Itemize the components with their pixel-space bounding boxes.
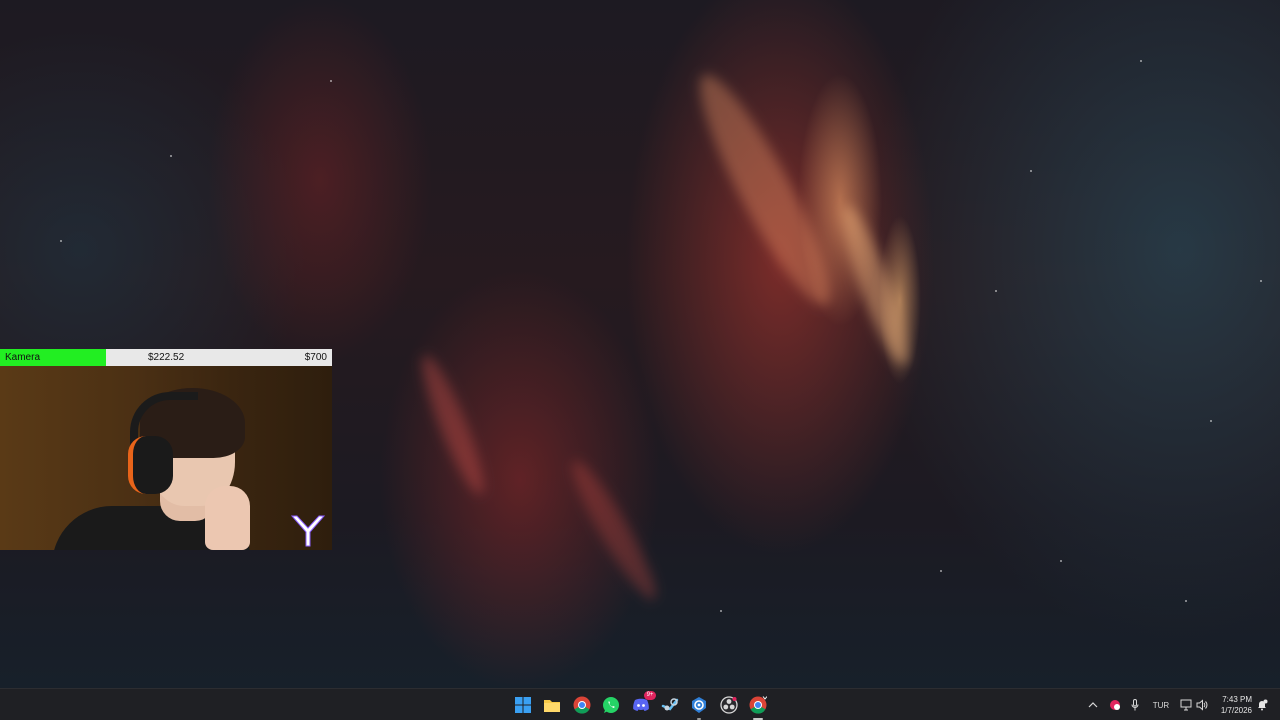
- notification-bell-icon: [1258, 699, 1268, 711]
- clock[interactable]: 7:43 PM 1/7/2026: [1212, 694, 1252, 716]
- notification-badge: 9+: [644, 691, 656, 700]
- gear-shield-icon: [692, 697, 706, 713]
- whatsapp-icon: [603, 697, 619, 713]
- headset-earcup: [128, 436, 173, 494]
- tray-app-button[interactable]: [1107, 689, 1123, 721]
- clock-date: 1/7/2026: [1220, 706, 1252, 715]
- y-logo-icon: [290, 515, 326, 547]
- taskbar: 9+ TUR 7:43 PM 1/7/2026: [0, 688, 1280, 720]
- whatsapp-button[interactable]: [599, 693, 623, 717]
- start-button[interactable]: [511, 693, 535, 717]
- show-hidden-icons-button[interactable]: [1086, 689, 1100, 721]
- notifications-button[interactable]: [1255, 689, 1269, 721]
- webcam-feed: [0, 366, 332, 550]
- folder-icon: [544, 700, 560, 712]
- steam-icon: [661, 698, 679, 711]
- app-button[interactable]: [687, 693, 711, 720]
- language-indicator[interactable]: TUR: [1149, 689, 1173, 721]
- person-hand: [205, 486, 250, 550]
- volume-button[interactable]: [1195, 689, 1209, 721]
- donation-goal-bar: Kamera $222.52 $700: [0, 349, 332, 366]
- network-button[interactable]: [1179, 689, 1193, 721]
- current-amount: $222.52: [148, 352, 185, 363]
- obs-icon: [720, 696, 738, 714]
- goal-amount: $700: [304, 352, 327, 363]
- network-icon: [1180, 699, 1192, 711]
- clock-time: 7:43 PM: [1222, 695, 1252, 704]
- chrome-profile-button[interactable]: [746, 693, 770, 720]
- microphone-button[interactable]: [1128, 689, 1142, 721]
- star-field: [0, 0, 1280, 688]
- chrome-button[interactable]: [570, 693, 594, 717]
- file-explorer-button[interactable]: [540, 693, 564, 717]
- chrome-icon: [573, 696, 591, 714]
- chrome-icon: [749, 696, 767, 714]
- desktop-wallpaper: [0, 0, 1280, 688]
- windows-logo-icon: [515, 697, 531, 713]
- discord-button[interactable]: 9+: [629, 691, 656, 717]
- speaker-icon: [1196, 699, 1208, 711]
- discord-icon: [633, 698, 649, 711]
- obs-button[interactable]: [717, 693, 741, 717]
- microphone-icon: [1131, 699, 1139, 711]
- cloud-sync-icon: [1110, 700, 1120, 710]
- chevron-up-icon: [1088, 702, 1098, 708]
- steam-button[interactable]: [658, 693, 682, 717]
- camera-label: Kamera: [5, 352, 41, 363]
